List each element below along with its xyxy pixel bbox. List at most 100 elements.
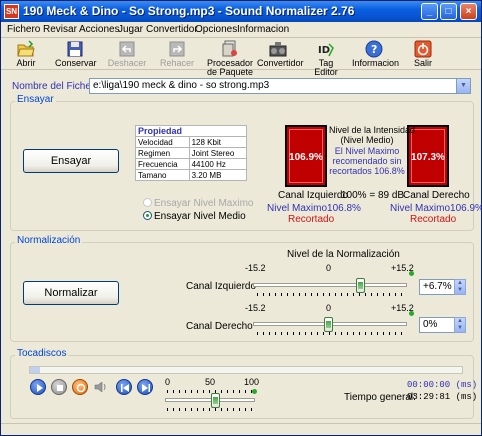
mute-button[interactable] <box>93 379 109 395</box>
loop-button[interactable] <box>72 379 88 395</box>
stop-button[interactable] <box>51 379 67 395</box>
left-norm-spin-icon[interactable]: ▲ ▼ <box>454 279 466 295</box>
batch-processor-icon <box>222 40 237 57</box>
save-disk-icon <box>67 41 83 57</box>
undo-button[interactable]: Deshacer <box>107 40 147 68</box>
volume-ticks-bottom <box>167 408 253 411</box>
property-key: Velocidad <box>135 136 190 148</box>
toolbar: Abrir Conservar Deshacer Rehacer Procesa… <box>1 38 481 77</box>
exit-button[interactable]: Salir <box>409 40 437 68</box>
menu-jugar[interactable]: Jugar <box>118 24 143 35</box>
property-key: Frecuencia <box>135 158 190 170</box>
exit-icon <box>414 40 432 58</box>
status-bar <box>1 423 481 435</box>
table-row: Tamano 3.20 MB <box>135 169 248 181</box>
left-norm-label: Canal Izquierdo <box>186 281 257 292</box>
menu-informacion[interactable]: Informacion <box>237 24 289 35</box>
ensayar-group-title: Ensayar <box>15 94 56 105</box>
save-button[interactable]: Conservar <box>55 40 97 68</box>
radio-medium-dot <box>143 211 152 220</box>
maximize-button[interactable]: □ <box>440 3 457 20</box>
radio-max-label: Ensayar Nivel Maximo <box>154 198 254 209</box>
left-norm-value-field[interactable]: +6.7% <box>419 279 455 295</box>
seek-scrollbar[interactable] <box>29 366 463 374</box>
property-key: Tamano <box>135 169 190 181</box>
minimize-button[interactable]: _ <box>421 3 438 20</box>
recommendation-text: El Nivel Maximo recomendado sin recortad… <box>329 146 405 176</box>
volume-slider-track[interactable] <box>165 398 255 402</box>
tag-editor-button[interactable]: ID Tag Editor <box>306 40 346 77</box>
open-label: Abrir <box>16 58 36 68</box>
current-time: 00:00:00 (ms) <box>407 380 478 390</box>
seek-thumb[interactable] <box>30 367 40 373</box>
right-norm-value-field[interactable]: 0% <box>419 317 455 333</box>
right-norm-ticks <box>257 332 405 335</box>
info-button[interactable]: ? Informacion <box>352 40 400 68</box>
left-meter-value: 106.9% <box>289 152 323 163</box>
right-norm-label: Canal Derecho <box>186 321 253 332</box>
title-bar[interactable]: SN 190 Meck & Dino - So Strong.mp3 - Sou… <box>1 1 481 22</box>
previous-button[interactable] <box>116 379 132 395</box>
undo-icon <box>119 41 135 57</box>
left-norm-slider-thumb[interactable] <box>356 278 365 293</box>
exit-label: Salir <box>413 58 432 68</box>
normalize-button[interactable]: Normalizar <box>23 281 119 305</box>
table-row: Regimen Joint Stereo <box>135 147 248 159</box>
left-norm-slider-track[interactable] <box>253 283 407 287</box>
redo-button[interactable]: Rehacer <box>157 40 197 68</box>
ensayar-button[interactable]: Ensayar <box>23 149 119 173</box>
app-logo-icon: SN <box>4 4 19 19</box>
right-channel-label: Canal Derecho <box>403 190 470 201</box>
menu-revisar[interactable]: Revisar <box>43 24 77 35</box>
volume-ticks-top <box>167 390 253 393</box>
batch-processor-button[interactable]: Procesador de Paquete <box>205 40 255 77</box>
properties-table: Propiedad Velocidad 128 Kbit Regimen Joi… <box>135 125 248 181</box>
file-name-combo[interactable]: e:\liga\190 meck & dino - so strong.mp3 … <box>89 78 471 94</box>
radio-medium-level[interactable]: Ensayar Nivel Medio <box>143 211 246 222</box>
right-meter-value: 107.3% <box>411 152 445 163</box>
left-clipped-label: Recortado <box>288 214 335 225</box>
next-button[interactable] <box>137 379 153 395</box>
left-channel-label: Canal Izquierdo <box>278 190 349 201</box>
properties-header: Propiedad <box>135 125 247 137</box>
menu-acciones[interactable]: Acciones <box>79 24 120 35</box>
volume-slider-thumb[interactable] <box>211 393 220 408</box>
property-value: 3.20 MB <box>188 169 248 181</box>
property-value: 128 Kbit <box>188 136 248 148</box>
right-norm-spin-icon[interactable]: ▲ ▼ <box>454 317 466 333</box>
radio-max-level[interactable]: Ensayar Nivel Maximo <box>143 198 253 209</box>
open-button[interactable]: Abrir <box>11 40 41 68</box>
intensity-title-line2: (Nivel Medio) <box>340 135 394 145</box>
recommend-line3: recortados 106.8% <box>329 166 405 176</box>
combo-dropdown-icon[interactable]: ▼ <box>456 79 470 93</box>
play-button[interactable] <box>30 379 46 395</box>
menu-convertidor[interactable]: Convertidor <box>146 24 198 35</box>
tag-editor-label: Tag Editor <box>314 58 338 77</box>
menu-opciones[interactable]: Opciones <box>195 24 237 35</box>
radio-max-dot <box>143 198 152 207</box>
recommend-line2: recomendado sin <box>332 156 402 166</box>
tag-editor-icon: ID <box>318 43 334 57</box>
right-max-level: Nivel Maximo106.9% <box>390 203 482 214</box>
radio-medium-label: Ensayar Nivel Medio <box>154 211 246 222</box>
intensity-title: Nivel de la Intensidad (Nivel Medio) <box>329 125 416 145</box>
converter-label: Convertidor <box>257 58 304 68</box>
file-name-value: e:\liga\190 meck & dino - so strong.mp3 <box>93 80 270 91</box>
property-key: Regimen <box>135 147 190 159</box>
info-label: Informacion <box>352 58 400 68</box>
stop-icon <box>57 385 63 391</box>
scale-mid-label-2: 0 <box>326 303 332 313</box>
intensity-title-line1: Nivel de la Intensidad <box>329 125 416 135</box>
table-row: Velocidad 128 Kbit <box>135 136 248 148</box>
menu-fichero[interactable]: Fichero <box>7 24 40 35</box>
volume-50-label: 50 <box>205 377 216 387</box>
db-reference-label: 100% = 89 dB <box>341 190 405 201</box>
close-button[interactable]: × <box>460 3 477 20</box>
volume-100-label: 100 <box>244 377 260 387</box>
scale-min-label: -15.2 <box>245 263 266 273</box>
property-value: Joint Stereo <box>188 147 248 159</box>
svg-text:ID: ID <box>318 45 330 56</box>
right-norm-slider-thumb[interactable] <box>324 317 333 332</box>
converter-button[interactable]: Convertidor <box>257 40 304 68</box>
scale-min-label-2: -15.2 <box>245 303 266 313</box>
